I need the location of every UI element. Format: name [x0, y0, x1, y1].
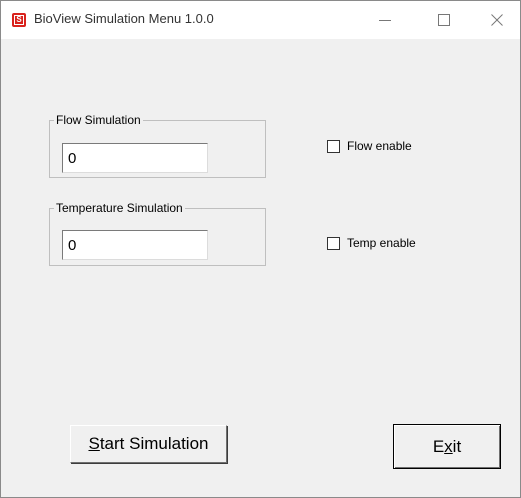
simulation-window: S BioView Simulation Menu 1.0.0 Flow Sim…	[0, 0, 521, 498]
exit-label-after: it	[452, 436, 462, 456]
start-simulation-button[interactable]: Start Simulation	[70, 425, 227, 463]
minimize-button[interactable]	[362, 1, 408, 39]
start-mnemonic: S	[88, 434, 100, 453]
app-icon-letter: S	[14, 15, 24, 25]
maximize-button[interactable]	[421, 1, 467, 39]
flow-enable-checkbox-row[interactable]: Flow enable	[327, 139, 412, 153]
temperature-simulation-label: Temperature Simulation	[54, 201, 185, 215]
exit-label-before: E	[432, 436, 445, 456]
temperature-value-input[interactable]	[62, 230, 208, 260]
flow-simulation-label: Flow Simulation	[54, 113, 143, 127]
window-title: BioView Simulation Menu 1.0.0	[34, 11, 214, 26]
flow-enable-checkbox[interactable]	[327, 139, 340, 153]
exit-button[interactable]: Exit	[393, 424, 501, 469]
temp-enable-checkbox-row[interactable]: Temp enable	[327, 236, 416, 250]
start-label: tart Simulation	[99, 434, 209, 453]
close-button[interactable]	[474, 1, 520, 39]
flow-value-input[interactable]	[62, 143, 208, 173]
minimize-icon	[379, 20, 391, 21]
title-bar[interactable]: S BioView Simulation Menu 1.0.0	[1, 1, 520, 39]
maximize-icon	[438, 14, 450, 26]
flow-enable-label[interactable]: Flow enable	[347, 139, 412, 153]
temp-enable-checkbox[interactable]	[327, 236, 340, 250]
app-icon[interactable]: S	[12, 13, 26, 27]
exit-mnemonic: x	[444, 436, 453, 456]
temp-enable-label[interactable]: Temp enable	[347, 236, 416, 250]
close-icon	[491, 14, 503, 26]
